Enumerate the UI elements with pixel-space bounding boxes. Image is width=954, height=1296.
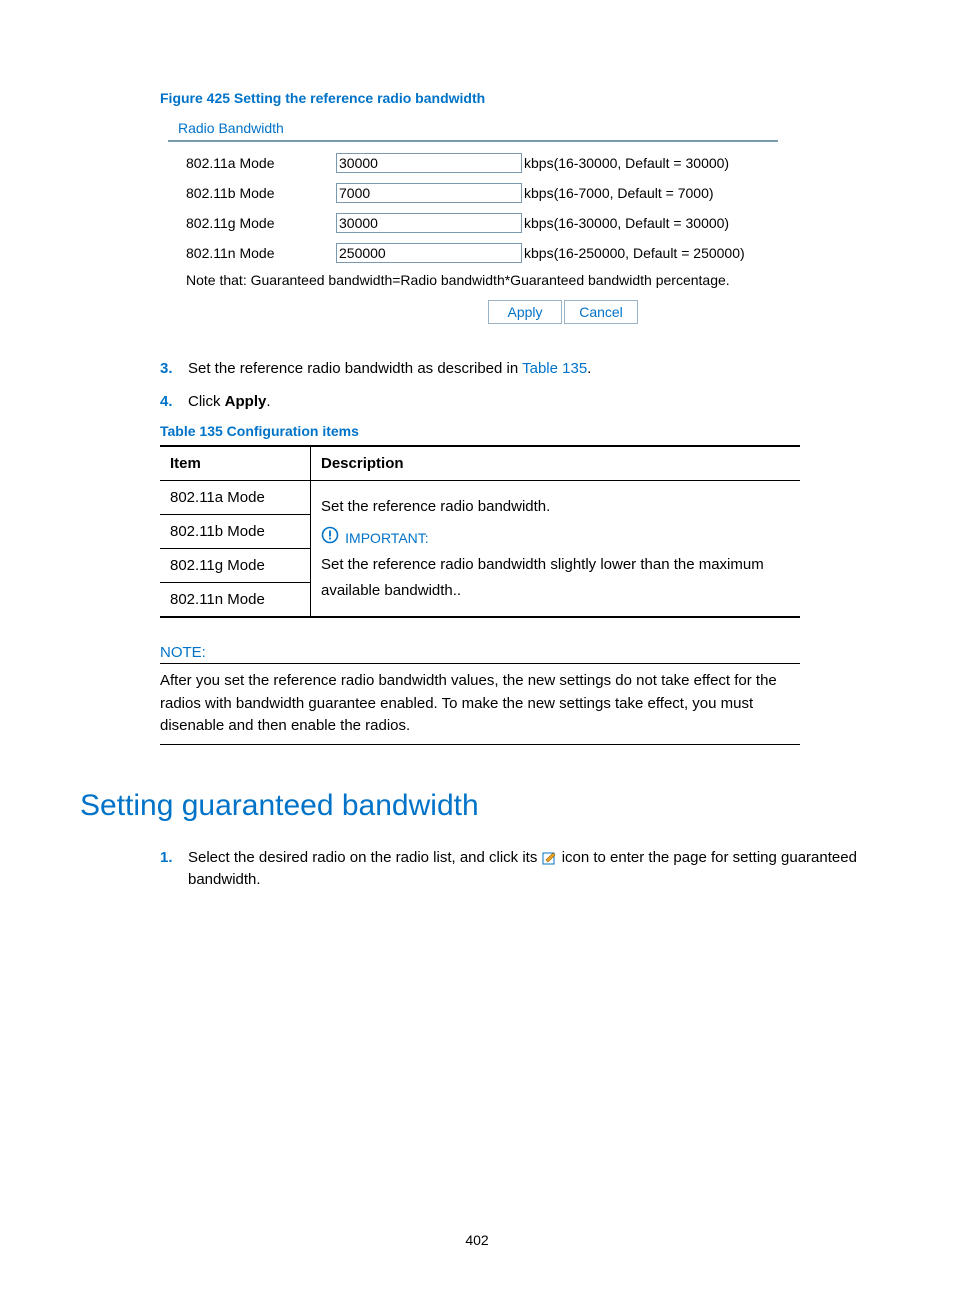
table-row: 802.11a Mode bbox=[160, 481, 311, 515]
step-number: 3. bbox=[160, 358, 188, 381]
table-row: 802.11b Mode bbox=[160, 515, 311, 549]
step-3: 3. Set the reference radio bandwidth as … bbox=[160, 358, 874, 381]
row-label: 802.11n Mode bbox=[168, 245, 336, 261]
important-icon bbox=[321, 526, 339, 553]
row-label: 802.11g Mode bbox=[168, 215, 336, 231]
input-11a[interactable] bbox=[336, 153, 522, 173]
note-head: NOTE: bbox=[160, 644, 800, 663]
input-11n[interactable] bbox=[336, 243, 522, 263]
desc-line: Set the reference radio bandwidth slight… bbox=[321, 552, 790, 603]
input-11g[interactable] bbox=[336, 213, 522, 233]
panel-title: Radio Bandwidth bbox=[178, 120, 778, 136]
divider bbox=[168, 140, 778, 142]
row-11a: 802.11a Mode kbps(16-30000, Default = 30… bbox=[168, 148, 778, 178]
table-caption: Table 135 Configuration items bbox=[160, 423, 874, 439]
row-11b: 802.11b Mode kbps(16-7000, Default = 700… bbox=[168, 178, 778, 208]
step-number: 1. bbox=[160, 847, 188, 892]
table-row: 802.11g Mode bbox=[160, 549, 311, 583]
row-label: 802.11b Mode bbox=[168, 185, 336, 201]
note-section: NOTE: After you set the reference radio … bbox=[160, 644, 800, 745]
row-11g: 802.11g Mode kbps(16-30000, Default = 30… bbox=[168, 208, 778, 238]
table-desc-cell: Set the reference radio bandwidth. IMPOR… bbox=[311, 481, 801, 618]
step-4: 4. Click Apply. bbox=[160, 391, 874, 414]
step-text: . bbox=[266, 393, 270, 410]
cancel-button[interactable]: Cancel bbox=[564, 300, 638, 324]
important-label: IMPORTANT: bbox=[345, 530, 429, 546]
table-link[interactable]: Table 135 bbox=[522, 360, 587, 377]
figure-caption: Figure 425 Setting the reference radio b… bbox=[160, 90, 874, 106]
step-text: Select the desired radio on the radio li… bbox=[188, 849, 542, 866]
step-text: . bbox=[587, 360, 591, 377]
desc-line: Set the reference radio bandwidth. bbox=[321, 494, 790, 520]
formula-note: Note that: Guaranteed bandwidth=Radio ba… bbox=[168, 268, 778, 296]
row-hint: kbps(16-250000, Default = 250000) bbox=[522, 245, 745, 261]
radio-bandwidth-panel: Radio Bandwidth 802.11a Mode kbps(16-300… bbox=[168, 120, 778, 328]
row-label: 802.11a Mode bbox=[168, 155, 336, 171]
step-text: Set the reference radio bandwidth as des… bbox=[188, 360, 522, 377]
row-hint: kbps(16-30000, Default = 30000) bbox=[522, 155, 729, 171]
section-heading: Setting guaranteed bandwidth bbox=[80, 789, 874, 823]
config-table: Item Description 802.11a Mode Set the re… bbox=[160, 445, 800, 618]
step-number: 4. bbox=[160, 391, 188, 414]
edit-icon bbox=[542, 849, 558, 866]
row-hint: kbps(16-30000, Default = 30000) bbox=[522, 215, 729, 231]
step-1: 1. Select the desired radio on the radio… bbox=[160, 847, 874, 892]
apply-button[interactable]: Apply bbox=[488, 300, 562, 324]
row-hint: kbps(16-7000, Default = 7000) bbox=[522, 185, 714, 201]
row-11n: 802.11n Mode kbps(16-250000, Default = 2… bbox=[168, 238, 778, 268]
page-number: 402 bbox=[80, 1232, 874, 1248]
step-text: Click bbox=[188, 393, 225, 410]
th-item: Item bbox=[160, 446, 311, 481]
table-row: 802.11n Mode bbox=[160, 583, 311, 618]
note-body: After you set the reference radio bandwi… bbox=[160, 663, 800, 745]
input-11b[interactable] bbox=[336, 183, 522, 203]
th-desc: Description bbox=[311, 446, 801, 481]
step-bold: Apply bbox=[225, 393, 267, 410]
